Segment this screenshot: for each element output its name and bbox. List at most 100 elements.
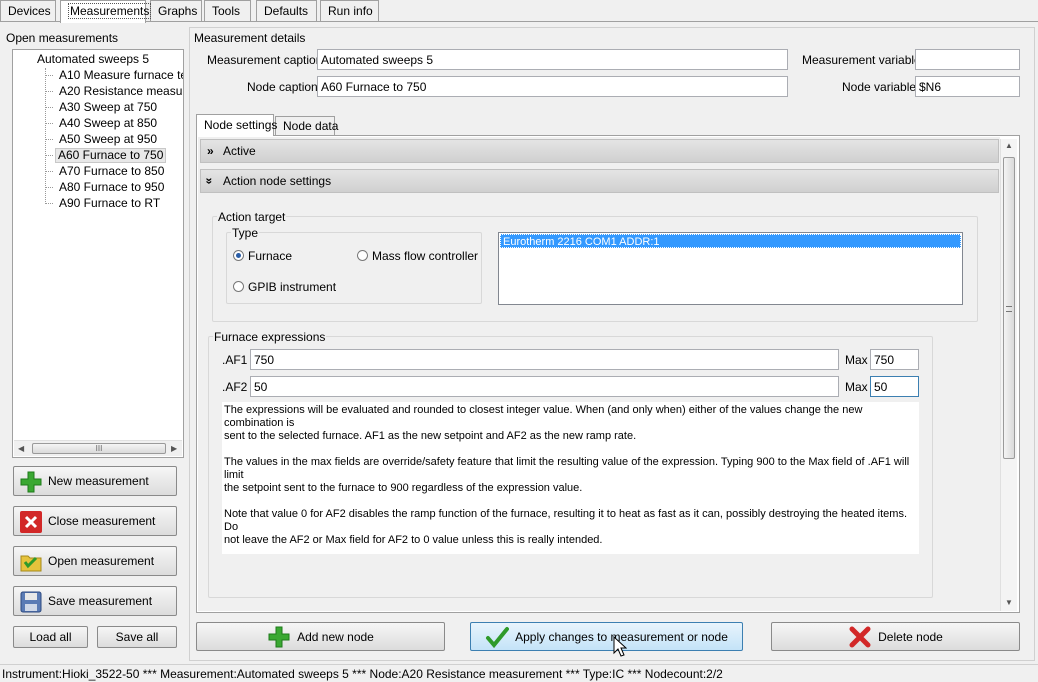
tree-connector (45, 171, 53, 172)
tab-graphs[interactable]: Graphs (150, 0, 202, 21)
settings-vertical-scrollbar[interactable]: ▲ ▼ (1000, 139, 1017, 611)
furnace-expressions-title: Furnace expressions (213, 330, 327, 344)
help-paragraph: The values in the max fields are overrid… (224, 456, 910, 494)
node-caption-input[interactable]: A60 Furnace to 750 (317, 76, 788, 97)
chevron-double-down-icon: » (202, 177, 217, 185)
gpib-instrument-radio[interactable] (233, 281, 244, 292)
tree-root[interactable]: Automated sweeps 5 (35, 52, 151, 67)
tree-connector (45, 123, 53, 124)
help-paragraph: Note that value 0 for AF2 disables the r… (224, 508, 907, 546)
node-variable-label: Node variable (842, 80, 917, 94)
delete-x-icon (849, 626, 871, 647)
tree-scroll-thumb[interactable]: III (32, 443, 166, 454)
tab-devices[interactable]: Devices (0, 0, 56, 21)
tree-item[interactable]: A70 Furnace to 850 (57, 164, 166, 179)
af1-input[interactable]: 750 (250, 349, 839, 370)
active-section-header[interactable]: » Active (200, 139, 999, 163)
tab-measurements[interactable]: Measurements (60, 0, 152, 23)
help-paragraph: The expressions will be evaluated and ro… (224, 404, 863, 442)
tab-node-settings[interactable]: Node settings (196, 114, 277, 136)
gpib-instrument-radio-label: GPIB instrument (248, 280, 337, 294)
apply-changes-button[interactable]: Apply changes to measurement or node (470, 622, 743, 651)
device-list-item-selected[interactable]: Eurotherm 2216 COM1 ADDR:1 (500, 234, 961, 248)
load-all-button[interactable]: Load all (13, 626, 88, 648)
af2-input[interactable]: 50 (250, 376, 839, 397)
add-new-node-label: Add new node (297, 629, 374, 644)
chevron-double-right-icon: » (207, 144, 214, 158)
mouse-cursor-icon (613, 636, 627, 657)
open-measurement-label: Open measurement (48, 554, 155, 568)
save-measurement-button[interactable]: Save measurement (13, 586, 177, 616)
measurement-caption-input[interactable]: Automated sweeps 5 (317, 49, 788, 70)
type-title: Type (231, 226, 260, 240)
save-all-button[interactable]: Save all (97, 626, 177, 648)
node-caption-label: Node caption (247, 80, 318, 94)
delete-node-button[interactable]: Delete node (771, 622, 1020, 651)
delete-node-label: Delete node (878, 629, 943, 644)
save-measurement-label: Save measurement (48, 594, 153, 608)
tree-item-selected[interactable]: A60 Furnace to 750 (55, 148, 167, 163)
scroll-down-arrow-icon[interactable]: ▼ (1005, 598, 1013, 607)
af1-label: .AF1 (222, 353, 248, 367)
add-new-node-button[interactable]: Add new node (196, 622, 445, 651)
new-measurement-label: New measurement (48, 474, 149, 488)
action-node-section-header[interactable]: » Action node settings (200, 169, 999, 193)
tree-connector (45, 139, 53, 140)
af2-max-label: Max (845, 380, 868, 394)
main-tab-bar: Devices Measurements Graphs Tools Defaul… (0, 0, 1038, 23)
scroll-up-arrow-icon[interactable]: ▲ (1005, 141, 1013, 150)
measurement-variable-label: Measurement variable (802, 53, 921, 67)
tab-measurements-label: Measurements (68, 3, 152, 19)
tree-item[interactable]: A50 Sweep at 950 (57, 132, 159, 147)
furnace-radio[interactable] (233, 250, 244, 261)
close-icon (20, 511, 42, 533)
scroll-right-arrow-icon[interactable]: ▶ (171, 444, 177, 453)
measurement-variable-input[interactable] (915, 49, 1020, 70)
mass-flow-controller-radio-label: Mass flow controller (372, 249, 479, 263)
active-section-label: Active (223, 144, 256, 158)
af2-max-input[interactable]: 50 (870, 376, 919, 397)
action-node-section-label: Action node settings (223, 174, 332, 188)
device-listbox[interactable]: Eurotherm 2216 COM1 ADDR:1 (498, 232, 963, 305)
tab-run-info[interactable]: Run info (320, 0, 379, 21)
tab-node-data[interactable]: Node data (275, 116, 338, 135)
action-target-title: Action target (217, 210, 287, 224)
tree-connector (45, 91, 53, 92)
checkmark-icon (486, 626, 510, 648)
measurement-details-title: Measurement details (194, 31, 306, 45)
tree-item[interactable]: A40 Sweep at 850 (57, 116, 159, 131)
tree-item[interactable]: A30 Sweep at 750 (57, 100, 159, 115)
status-bar: Instrument:Hioki_3522-50 *** Measurement… (0, 664, 1038, 682)
measurement-tree[interactable]: Automated sweeps 5 A10 Measure furnace t… (12, 49, 184, 458)
tree-item[interactable]: A90 Furnace to RT (57, 196, 162, 211)
af1-max-label: Max (845, 353, 868, 367)
floppy-disk-icon (20, 591, 42, 613)
scroll-left-arrow-icon[interactable]: ◀ (18, 444, 24, 453)
tree-item[interactable]: A20 Resistance measurem (57, 84, 183, 99)
node-variable-input[interactable]: $N6 (915, 76, 1020, 97)
settings-scroll-thumb[interactable] (1003, 157, 1015, 459)
mass-flow-controller-radio[interactable] (357, 250, 368, 261)
scroll-grip-icon (1006, 306, 1012, 312)
new-measurement-button[interactable]: New measurement (13, 466, 177, 496)
tab-tools[interactable]: Tools (204, 0, 251, 21)
close-measurement-button[interactable]: Close measurement (13, 506, 177, 536)
plus-icon (20, 471, 42, 493)
tree-item[interactable]: A80 Furnace to 950 (57, 180, 166, 195)
tree-connector (45, 203, 53, 204)
tree-item[interactable]: A10 Measure furnace tem (57, 68, 183, 83)
tab-defaults[interactable]: Defaults (256, 0, 317, 21)
tree-connector (45, 187, 53, 188)
open-measurement-button[interactable]: Open measurement (13, 546, 177, 576)
open-measurements-title: Open measurements (6, 31, 119, 45)
tree-connector (45, 68, 46, 204)
af1-max-input[interactable]: 750 (870, 349, 919, 370)
af2-label: .AF2 (222, 380, 248, 394)
tree-horizontal-scrollbar[interactable]: ◀ III ▶ (14, 440, 182, 456)
furnace-expressions-help: The expressions will be evaluated and ro… (222, 402, 919, 554)
measurement-caption-label: Measurement caption (207, 53, 323, 67)
plus-icon (268, 626, 290, 647)
tree-connector (45, 107, 53, 108)
furnace-radio-label: Furnace (248, 249, 293, 263)
tree-connector (45, 75, 53, 76)
